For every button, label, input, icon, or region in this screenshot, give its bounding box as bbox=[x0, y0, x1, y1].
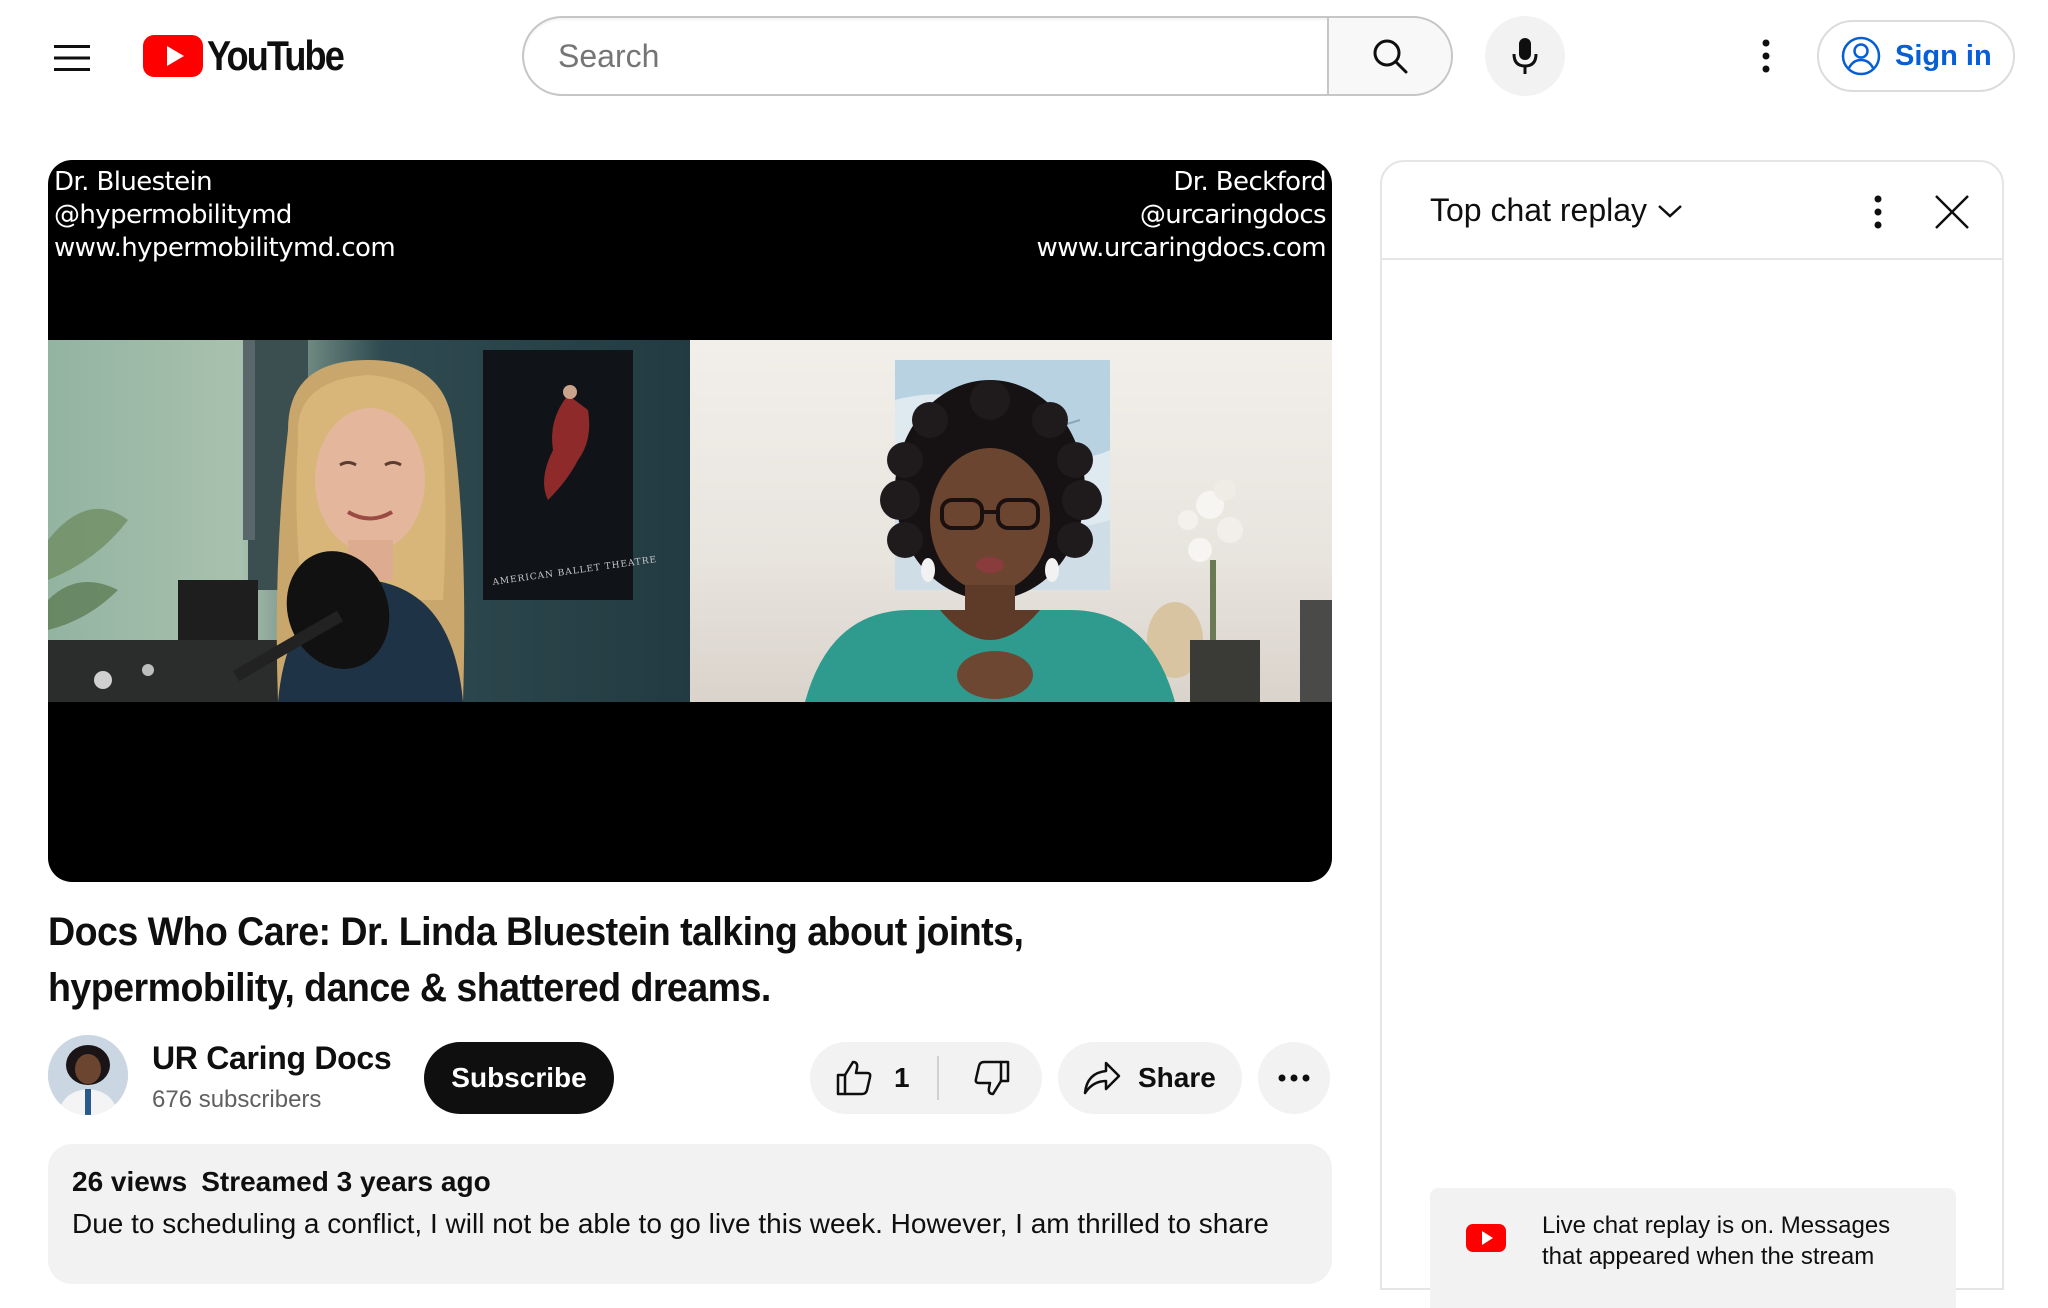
settings-menu-button[interactable] bbox=[1734, 24, 1798, 88]
more-vertical-icon bbox=[1762, 39, 1770, 73]
video-frame-right bbox=[690, 340, 1332, 702]
description-meta: 26 views Streamed 3 years ago bbox=[72, 1166, 1308, 1198]
share-label: Share bbox=[1138, 1062, 1216, 1093]
voice-search-button[interactable] bbox=[1485, 16, 1565, 96]
chat-mode-dropdown[interactable]: Top chat replay bbox=[1430, 192, 1683, 229]
account-icon bbox=[1841, 36, 1881, 76]
youtube-logo[interactable]: YouTube bbox=[143, 32, 365, 80]
speaker-right-illustration bbox=[805, 360, 1332, 702]
overlay-right-name: Dr. Beckford bbox=[1173, 167, 1326, 197]
view-count: 26 views bbox=[72, 1166, 188, 1197]
more-horizontal-icon bbox=[1278, 1074, 1310, 1082]
overlay-right-url: www.urcaringdocs.com bbox=[1036, 233, 1327, 263]
like-dislike-group: 1 bbox=[810, 1042, 1042, 1114]
speaker-left-illustration: AMERICAN BALLET THEATRE bbox=[48, 340, 658, 702]
chat-close-button[interactable] bbox=[1922, 182, 1982, 242]
chat-mode-label: Top chat replay bbox=[1430, 192, 1648, 228]
chat-more-button[interactable] bbox=[1850, 184, 1906, 240]
hamburger-icon bbox=[54, 45, 90, 71]
overlay-left-url: www.hypermobilitymd.com bbox=[54, 233, 396, 263]
chevron-down-icon bbox=[1658, 204, 1682, 218]
like-button[interactable]: 1 bbox=[810, 1042, 938, 1114]
search-button[interactable] bbox=[1327, 16, 1453, 96]
overlay-left-name: Dr. Bluestein bbox=[54, 167, 213, 197]
share-button[interactable]: Share bbox=[1058, 1042, 1242, 1114]
thumbs-down-icon bbox=[974, 1060, 1010, 1096]
overlay-right-handle: @urcaringdocs bbox=[1139, 200, 1327, 230]
sign-in-label: Sign in bbox=[1895, 39, 1992, 72]
stream-date: Streamed 3 years ago bbox=[201, 1166, 491, 1197]
description-box[interactable]: 26 views Streamed 3 years ago Due to sche… bbox=[48, 1144, 1332, 1284]
subscriber-count: 676 subscribers bbox=[152, 1086, 322, 1113]
sign-in-button[interactable]: Sign in bbox=[1817, 20, 2015, 92]
share-arrow-icon bbox=[1083, 1061, 1121, 1095]
microphone-icon bbox=[1512, 38, 1538, 74]
overlay-right: Dr. Beckford @urcaringdocs www.urcaringd… bbox=[1036, 166, 1327, 265]
search-icon bbox=[1373, 39, 1408, 74]
chat-header: Top chat replay bbox=[1382, 162, 2002, 260]
channel-name[interactable]: UR Caring Docs bbox=[152, 1040, 392, 1077]
more-actions-button[interactable] bbox=[1258, 1042, 1330, 1114]
guide-menu-button[interactable] bbox=[44, 30, 100, 86]
overlay-left: Dr. Bluestein @hypermobilitymd www.hyper… bbox=[54, 166, 396, 265]
close-icon bbox=[1935, 195, 1969, 229]
more-vertical-icon bbox=[1874, 195, 1882, 229]
youtube-play-logo-icon bbox=[143, 35, 203, 77]
chat-replay-notice: Live chat replay is on. Messages that ap… bbox=[1430, 1188, 1956, 1308]
video-frame-left: AMERICAN BALLET THEATRE bbox=[48, 340, 690, 702]
subscribe-button[interactable]: Subscribe bbox=[424, 1042, 614, 1114]
live-chat-panel: Top chat replay Live chat replay is on. … bbox=[1380, 160, 2004, 1308]
dislike-button[interactable] bbox=[942, 1042, 1042, 1114]
logo-wordmark: YouTube bbox=[207, 32, 345, 79]
video-title: Docs Who Care: Dr. Linda Bluestein talki… bbox=[48, 910, 1024, 1010]
description-text: Due to scheduling a conflict, I will not… bbox=[72, 1208, 1269, 1239]
thumbs-up-icon bbox=[836, 1060, 872, 1096]
avatar-image bbox=[48, 1035, 128, 1115]
search-input[interactable] bbox=[556, 18, 1296, 94]
like-divider bbox=[937, 1056, 939, 1100]
overlay-left-handle: @hypermobilitymd bbox=[54, 200, 292, 230]
like-count: 1 bbox=[894, 1062, 910, 1093]
youtube-icon bbox=[1466, 1224, 1506, 1257]
channel-avatar[interactable] bbox=[48, 1035, 128, 1115]
video-player[interactable]: Dr. Bluestein @hypermobilitymd www.hyper… bbox=[48, 160, 1332, 882]
search-box bbox=[522, 16, 1329, 96]
masthead: YouTube Sign in bbox=[0, 0, 2048, 112]
chat-notice-text: Live chat replay is on. Messages that ap… bbox=[1542, 1212, 1891, 1270]
